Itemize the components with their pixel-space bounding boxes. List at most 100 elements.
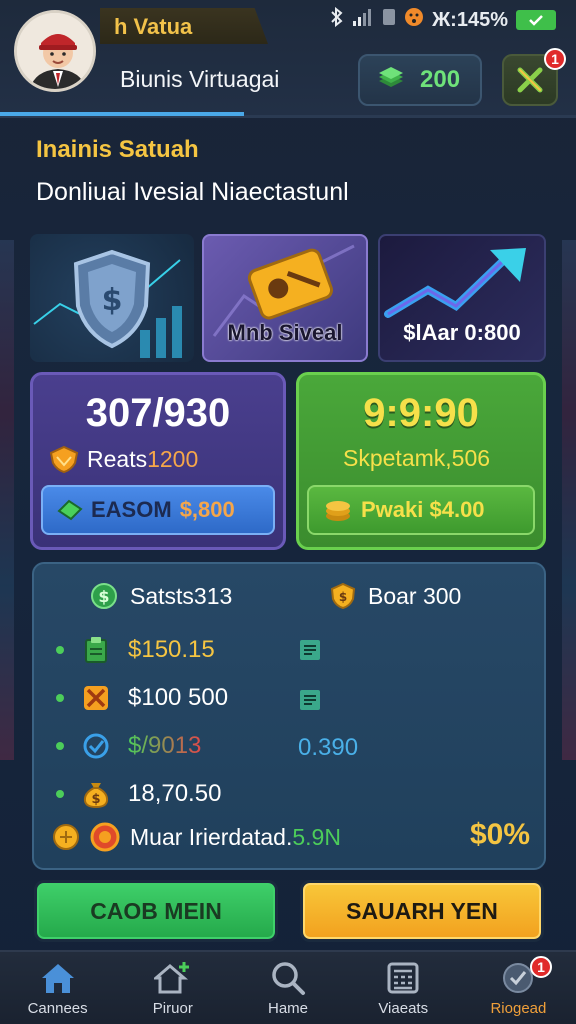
rewards-amount: 1200 [147, 445, 199, 472]
pay-button-label: Pwaki $4.00 [361, 497, 485, 522]
stats-row-1: $150.15 [56, 636, 215, 664]
claim-button[interactable]: CAOB MEIN [34, 880, 278, 942]
green-coin-icon: $ [91, 583, 117, 609]
ledger-icon [300, 640, 320, 660]
title-tab: h Vatua [100, 8, 268, 44]
timer-card-value: 9:9:90 [363, 391, 479, 435]
right-side-decoration [562, 240, 576, 760]
ledger-icon [300, 690, 320, 710]
bullet-dot [56, 742, 64, 750]
fire-emblem-icon [90, 822, 120, 852]
stats-row-1-value: $150.15 [128, 636, 215, 663]
search-icon [269, 960, 307, 996]
gold-coin-stack-icon [326, 501, 350, 521]
tile-growth[interactable]: $lAar 0:800 [378, 234, 546, 362]
nav-item-games[interactable]: Cannees [0, 952, 115, 1024]
top-header: h Vatua Biunis Virtuagai Ж:145% 200 1 [0, 0, 576, 118]
status-text: Ж:145% [432, 8, 508, 31]
stats-head-left-text: Satsts313 [130, 582, 233, 609]
money-bag-icon: $ [82, 780, 110, 809]
redeem-button-value: $,800 [179, 497, 235, 522]
left-side-decoration [0, 240, 14, 760]
bullet-dot [56, 646, 64, 654]
timer-card[interactable]: 9:9:90 Skpetamk,506 Pwaki $4.00 [296, 372, 546, 550]
close-button[interactable]: 1 [502, 48, 566, 106]
stats-percent: $0% [469, 818, 530, 851]
clipboard-icon [82, 636, 110, 664]
stats-head-left: $ Satsts313 [90, 582, 232, 610]
title-tab-text: h Vatua [114, 14, 193, 39]
stats-row-4-value: 18,70.50 [128, 780, 222, 807]
nav-label: Riogead [490, 1000, 547, 1017]
stats-row-2: $100 500 [56, 684, 228, 712]
nav-item-home[interactable]: Hame [230, 952, 345, 1024]
close-icon [517, 67, 543, 93]
rewards-card[interactable]: 307/930 Reats 1200 EASOM $,800 [30, 372, 286, 550]
gold-shield-icon [49, 445, 79, 473]
cash-stack-icon [376, 65, 406, 96]
bluetooth-icon [330, 6, 344, 33]
gold-coin-icon [53, 824, 79, 850]
crossed-swords-icon [82, 684, 110, 712]
bottom-nav: Cannees Piruor Hame Viaeats Riogead 1 [0, 950, 576, 1024]
gold-badge-icon: $ [330, 582, 356, 610]
rewards-label: Reats [87, 445, 148, 472]
svg-text:$: $ [102, 283, 123, 318]
section-subtitle: Donliuai Ivesial Niaectastunl [36, 178, 349, 206]
nav-item-stats[interactable]: Viaeats [346, 952, 461, 1024]
stats-row-3-extra: 0.390 [298, 734, 359, 761]
status-bar: Ж:145% [330, 6, 556, 33]
redeem-button[interactable]: EASOM $,800 [41, 485, 275, 535]
bullet-dot [56, 790, 64, 798]
stats-footer-value: 5.9N [292, 823, 341, 850]
timer-card-row: Skpetamk,506 [343, 445, 491, 471]
stats-row-3: $/9013 [56, 732, 201, 760]
battery-icon [516, 10, 556, 30]
tile-security[interactable]: $ [30, 234, 194, 362]
nav-label: Hame [268, 1000, 309, 1017]
shield-dollar-icon: $ [33, 249, 182, 358]
username: Biunis Virtuagai [120, 66, 280, 92]
stats-footer: Muar Irierdatad. 5.9N [52, 822, 341, 852]
stats-row-4: $ 18,70.50 [56, 780, 222, 809]
calculator-icon [384, 960, 422, 996]
search-button[interactable]: SAUARH YEN [300, 880, 544, 942]
stats-head-right-text: Boar 300 [368, 582, 462, 609]
coins-button[interactable]: 200 [358, 54, 482, 106]
green-gem-icon [57, 499, 83, 521]
nav-item-profile[interactable]: Piruor [115, 952, 230, 1024]
sim-icon [382, 7, 396, 33]
emoji-status-icon [404, 7, 424, 33]
tile-growth-label: $lAar 0:800 [403, 320, 521, 345]
stats-row-2-value: $100 500 [128, 684, 229, 711]
pay-button[interactable]: Pwaki $4.00 [307, 485, 535, 535]
rewards-card-row: Reats 1200 [49, 445, 198, 473]
nav-label: Piruor [152, 1000, 193, 1017]
home-icon [39, 960, 77, 996]
bullet-dot [56, 694, 64, 702]
stats-panel: $ Satsts313 $ Boar 300 $150.15 $100 500 … [32, 562, 546, 870]
nav-notification-badge: 1 [530, 956, 553, 978]
section-title: Inainis Satuah [36, 136, 199, 163]
avatar-character-icon [17, 13, 93, 89]
notification-badge: 1 [544, 48, 566, 70]
nav-label: Viaeats [378, 1000, 429, 1017]
nav-item-settings[interactable]: Riogead 1 [461, 952, 576, 1024]
svg-text:$: $ [91, 792, 100, 807]
stats-row-3-value: $/9013 [128, 732, 202, 759]
stats-head-right: $ Boar 300 [330, 582, 461, 610]
header-underline [0, 112, 244, 116]
rewards-card-value: 307/930 [85, 391, 231, 435]
tile-voucher-label: Mnb Siveal [227, 320, 343, 345]
coins-value: 200 [420, 66, 461, 93]
nav-label: Cannees [27, 1000, 88, 1017]
redeem-button-label: EASOM [91, 497, 172, 522]
avatar[interactable] [14, 10, 96, 92]
tile-voucher[interactable]: Mnb Siveal [202, 234, 368, 362]
check-circle-icon [82, 732, 110, 760]
house-plus-icon [153, 960, 192, 996]
svg-text:$: $ [339, 590, 347, 604]
svg-text:$: $ [98, 587, 109, 606]
stats-footer-label: Muar Irierdatad. [130, 823, 293, 850]
signal-icon [352, 7, 374, 33]
